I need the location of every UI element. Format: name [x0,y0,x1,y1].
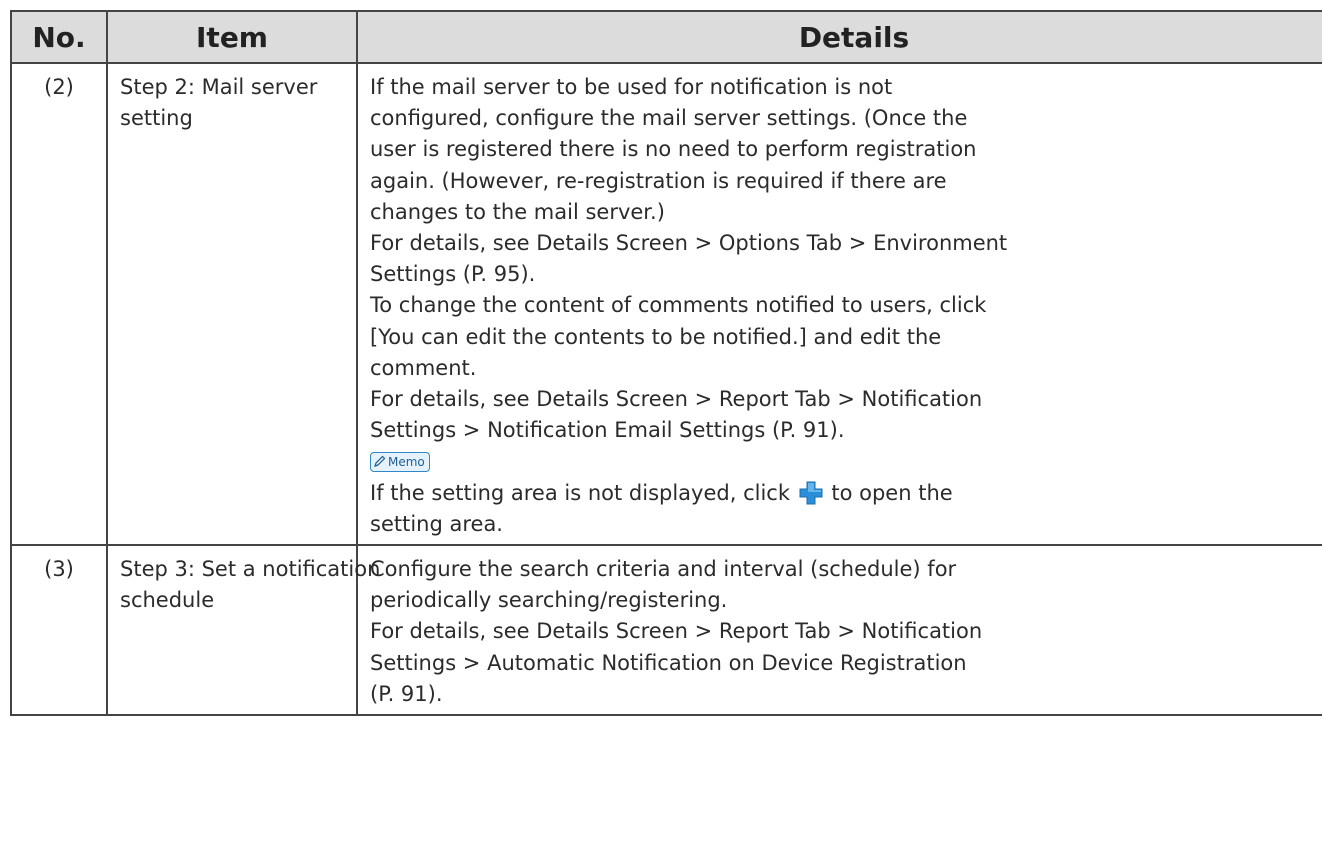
detail-line: For details, see Details Screen > Report… [370,387,983,412]
row-item: Step 2: Mail server setting [106,61,358,547]
detail-line: For details, see Details Screen > Option… [370,231,1008,256]
memo-badge: Memo [370,451,430,472]
detail-line: periodically searching/registering. [370,588,728,613]
detail-line: If the mail server to be used for notifi… [370,75,893,99]
page: No. Item Details (2) Step 2: Mail server… [0,0,1322,854]
pencil-icon [374,456,386,468]
row-details: Configure the search criteria and interv… [356,544,1322,717]
item-line: Step 2: Mail server [120,75,318,99]
blue-plus-icon [799,481,823,505]
detail-line: changes to the mail server.) [370,199,665,224]
detail-line: For details, see Details Screen > Report… [370,619,983,644]
detail-line: [You can edit the contents to be notifie… [370,324,942,349]
detail-line: user is registered there is no need to p… [370,137,977,162]
detail-line: Settings (P. 95). [370,262,536,287]
detail-line: again. (However, re-registration is requ… [370,168,947,193]
memo-text-line: If the setting area is not displayed, cl… [370,478,1322,509]
detail-line: Settings > Notification Email Settings (… [370,418,845,443]
memo-text-after: to open the [831,480,953,505]
row-number: (3) [10,544,108,717]
table-header-row: No. Item Details [10,10,1322,64]
header-item: Item [106,10,358,64]
table-row: (3) Step 3: Set a notification schedule … [10,544,1322,717]
memo-text-line: setting area. [370,511,503,536]
table-row: (2) Step 2: Mail server setting If the m… [10,61,1322,547]
header-details: Details [356,10,1322,64]
detail-line: comment. [370,355,477,380]
detail-line: Configure the search criteria and interv… [370,557,957,582]
memo-text-before: If the setting area is not displayed, cl… [370,480,790,505]
detail-line: configured, configure the mail server se… [370,106,968,131]
header-no: No. [10,10,108,64]
memo-label: Memo [388,454,425,469]
item-line: setting [120,106,193,131]
item-line: Step 3: Set a notification [120,557,381,582]
settings-table: No. Item Details (2) Step 2: Mail server… [10,10,1322,717]
detail-line: To change the content of comments notifi… [370,293,987,318]
row-number: (2) [10,61,108,547]
detail-line: (P. 91). [370,681,443,706]
row-item: Step 3: Set a notification schedule [106,544,381,717]
detail-line: Settings > Automatic Notification on Dev… [370,650,967,675]
row-details: If the mail server to be used for notifi… [356,61,1322,547]
item-line: schedule [120,588,215,613]
